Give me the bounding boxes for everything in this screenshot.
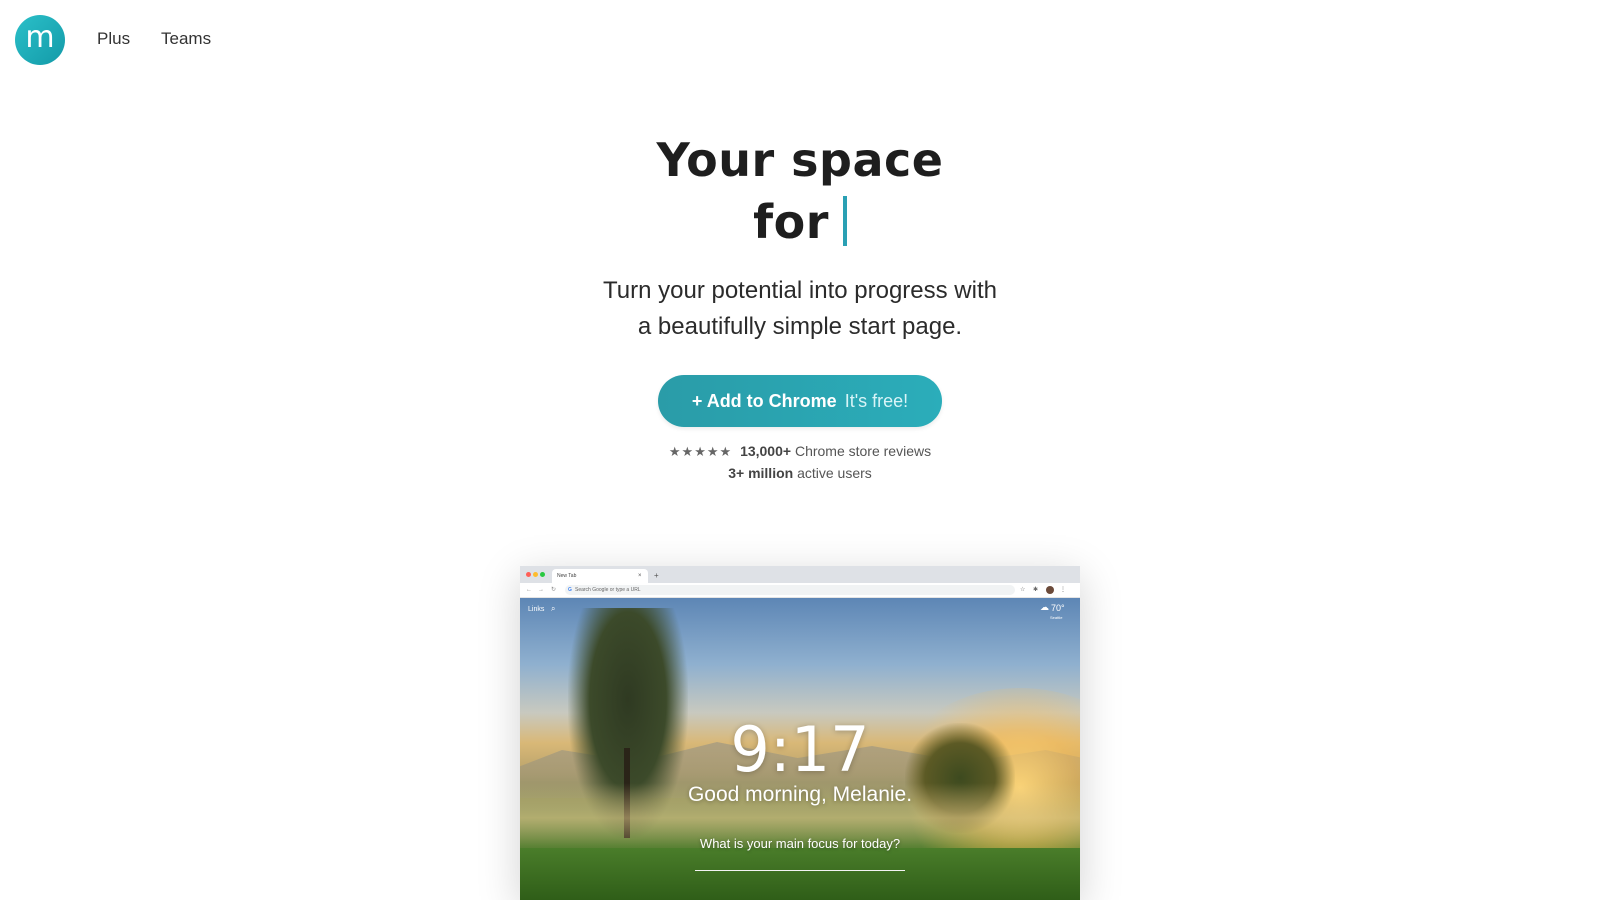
google-icon: G: [568, 587, 572, 593]
star-icon: ★★★★★: [668, 444, 733, 459]
more-menu-icon: ⋮: [1060, 587, 1066, 593]
greeting-text: Good morning, Melanie.: [687, 783, 913, 806]
momentum-logo[interactable]: m: [15, 15, 65, 65]
window-minimize-dot: [533, 572, 538, 577]
links-label: Links: [528, 606, 545, 613]
nav-link-plus[interactable]: Plus: [97, 29, 130, 49]
weather-temperature: 70°: [1051, 603, 1065, 613]
typing-cursor: [842, 196, 847, 246]
forward-arrow-icon: →: [538, 587, 544, 593]
weather-location: Seattle: [1050, 615, 1063, 620]
cta-main-label: + Add to Chrome: [691, 390, 837, 411]
focus-question: What is your main focus for today?: [699, 836, 901, 851]
add-to-chrome-button[interactable]: + Add to Chrome It's free!: [658, 375, 942, 427]
hero-subtitle-line1: Turn your potential into progress with: [603, 277, 997, 304]
browser-tab-bar: New Tab × +: [520, 566, 1080, 583]
clock-display: 9:17: [730, 713, 870, 786]
hero-subtitle-line2: a beautifully simple start page.: [637, 313, 963, 340]
browser-tab: New Tab: [552, 569, 648, 583]
momentum-newtab-scene: Links ⌕ ☁ 70° Seattle 9:17 Good morning,…: [520, 598, 1080, 900]
users-count: 3+ million: [728, 465, 794, 481]
search-icon: ⌕: [551, 604, 556, 613]
new-tab-icon: +: [654, 571, 659, 580]
extension-icon: ✱: [1033, 587, 1039, 593]
reviews-count: 13,000+: [740, 443, 792, 459]
tab-close-icon: ×: [638, 573, 642, 579]
browser-mockup: New Tab × + ← → ↻ G Search Google or typ…: [520, 566, 1080, 900]
cta-free-label: It's free!: [844, 390, 909, 411]
back-arrow-icon: ←: [526, 587, 532, 593]
bookmark-star-icon: ☆: [1020, 587, 1026, 593]
hero-title-line2: for: [0, 195, 1600, 249]
users-line: 3+ million active users: [0, 465, 1600, 481]
hero-title-line1: Your space: [656, 133, 944, 187]
reviews-text: Chrome store reviews: [794, 443, 932, 459]
profile-avatar: [1046, 586, 1054, 594]
window-close-dot: [526, 572, 531, 577]
weather-cloud-icon: ☁: [1040, 602, 1049, 612]
nav-link-teams[interactable]: Teams: [161, 29, 211, 49]
users-text: active users: [797, 465, 872, 481]
focus-input-line: [695, 870, 905, 871]
browser-url-bar: ← → ↻ G Search Google or type a URL ☆ ✱ …: [520, 583, 1080, 598]
top-nav: m Plus Teams: [0, 0, 1600, 80]
grass-field: [520, 848, 1080, 900]
omnibox: G Search Google or type a URL: [565, 585, 1015, 595]
omnibox-placeholder: Search Google or type a URL: [575, 587, 641, 593]
reload-icon: ↻: [551, 587, 557, 593]
window-maximize-dot: [540, 572, 545, 577]
hero-title-for: for: [753, 195, 829, 249]
reviews-line: ★★★★★ 13,000+ Chrome store reviews: [0, 443, 1600, 460]
